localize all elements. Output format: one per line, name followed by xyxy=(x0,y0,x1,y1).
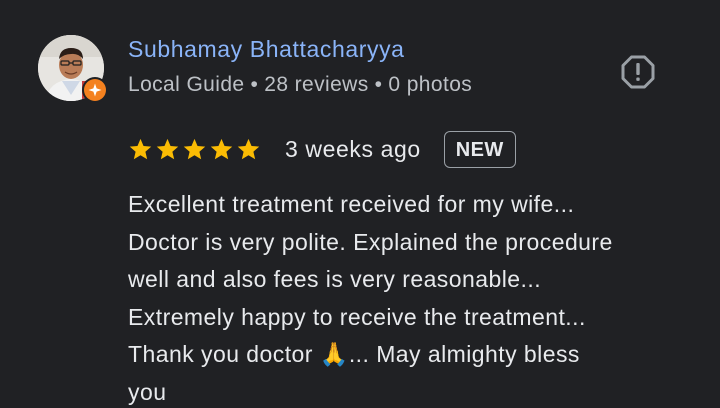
star-icon xyxy=(183,138,206,159)
photo-count: 0 photos xyxy=(388,73,473,96)
star-icon xyxy=(156,138,179,159)
reviewer-avatar-container[interactable] xyxy=(38,35,108,103)
review-line: Excellent treatment received for my wife… xyxy=(128,191,575,217)
review-time: 3 weeks ago xyxy=(285,135,421,162)
review-line: Doctor is very polite. Explained the pro… xyxy=(128,228,613,255)
star-icon xyxy=(237,138,260,159)
reviewer-name[interactable]: Subhamay Bhattacharyya xyxy=(128,36,405,63)
reviewer-role: Local Guide xyxy=(128,73,245,96)
report-icon[interactable] xyxy=(620,54,656,90)
review-line: well and also fees is very reasonable... xyxy=(128,266,542,292)
review-line: Extremely happy to receive the treatment… xyxy=(128,303,586,330)
star-icon xyxy=(129,138,152,159)
separator-dot: • xyxy=(250,73,259,96)
star-icon xyxy=(210,138,233,159)
separator-dot: • xyxy=(374,73,383,96)
star-rating xyxy=(128,137,261,162)
new-badge: NEW xyxy=(443,130,516,168)
review-card: Subhamay Bhattacharyya Local Guide • 28 re… xyxy=(0,0,720,408)
reviewer-meta: Local Guide • 28 reviews • 0 photos xyxy=(128,73,472,97)
review-count: 28 reviews xyxy=(264,73,369,96)
report-button[interactable] xyxy=(617,51,659,93)
local-guide-icon xyxy=(84,79,106,101)
review-line: Thank you doctor 🙏... May almighty bless xyxy=(128,341,580,367)
local-guide-badge xyxy=(82,77,108,103)
review-line: you xyxy=(128,378,167,405)
review-text: Excellent treatment received for my wife… xyxy=(128,186,698,408)
rating-row: 3 weeks ago NEW xyxy=(128,128,516,170)
